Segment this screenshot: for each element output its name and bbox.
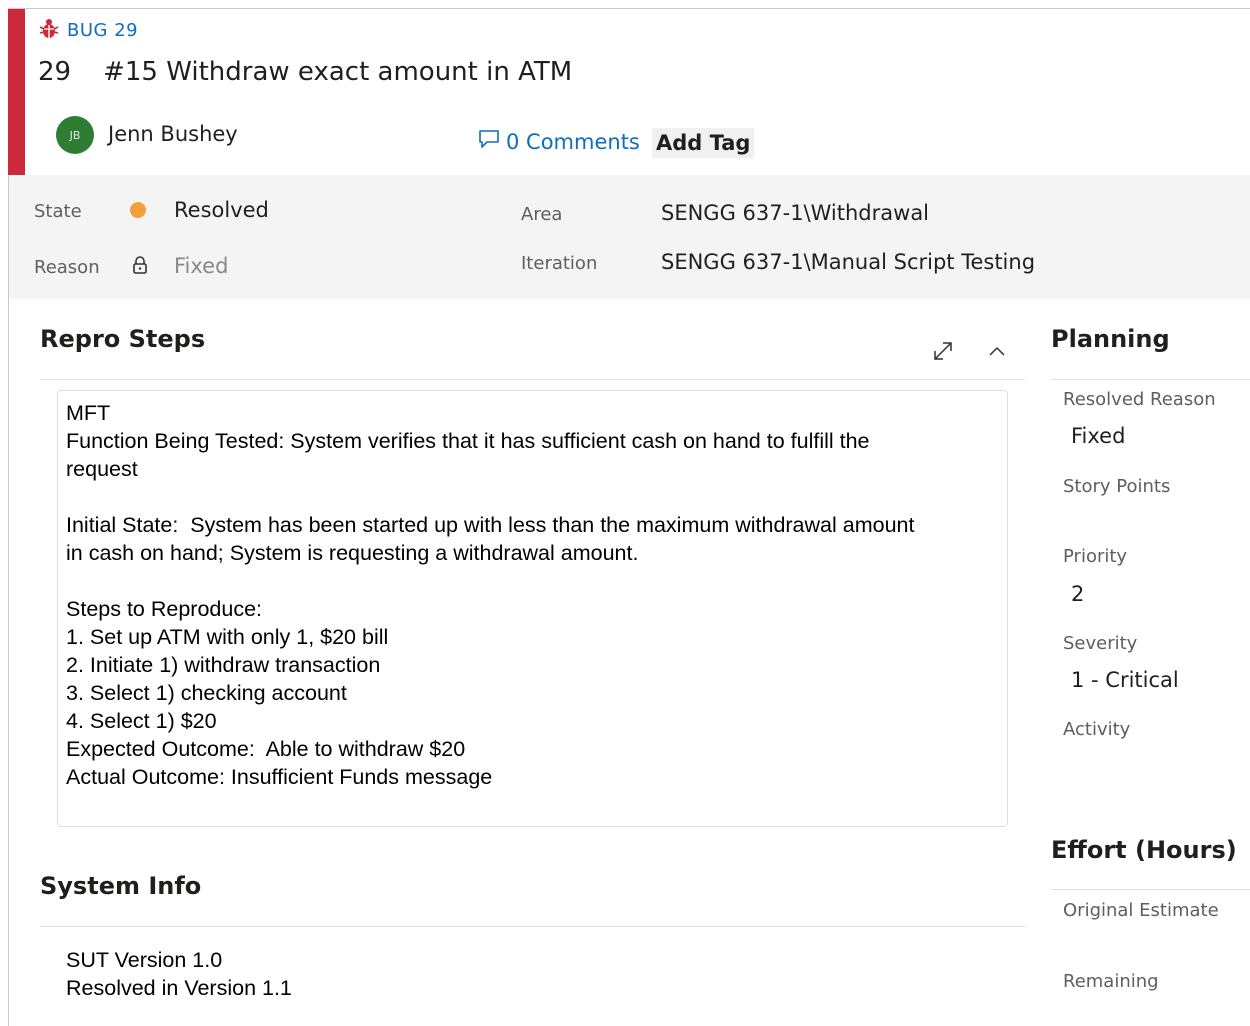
work-item-fields: State Resolved Reason Fixed Area SENGG 6… [9, 175, 1250, 299]
state-value[interactable]: Resolved [174, 198, 269, 222]
area-value[interactable]: SENGG 637-1\Withdrawal [661, 201, 929, 225]
remaining-label: Remaining [1063, 971, 1159, 992]
work-item-title[interactable]: #15 Withdraw exact amount in ATM [103, 57, 572, 87]
repro-steps-editor[interactable]: MFT Function Being Tested: System verifi… [57, 390, 1008, 827]
state-indicator [130, 202, 146, 218]
story-points-label: Story Points [1063, 476, 1171, 497]
lock-icon [132, 255, 148, 279]
system-info-title: System Info [40, 872, 202, 900]
comments-label: 0 Comments [506, 129, 640, 154]
story-points-field[interactable] [1071, 508, 1231, 534]
repro-line: MFT [66, 401, 111, 425]
area-label: Area [521, 204, 563, 225]
repro-line: Expected Outcome: Able to withdraw $20 [66, 737, 466, 761]
avatar[interactable]: JB [56, 116, 94, 154]
system-info-editor[interactable]: SUT Version 1.0 Resolved in Version 1.1 [66, 946, 292, 1002]
resolved-reason-label: Resolved Reason [1063, 389, 1216, 410]
work-item-type: BUG 29 [39, 17, 138, 43]
original-estimate-label: Original Estimate [1063, 900, 1219, 921]
repro-line: request [66, 457, 138, 481]
work-item-type-label: BUG 29 [67, 19, 139, 41]
repro-steps-title: Repro Steps [40, 325, 206, 353]
repro-line: Function Being Tested: System verifies t… [66, 429, 870, 453]
expand-icon[interactable] [928, 336, 958, 366]
effort-divider [1051, 889, 1250, 890]
system-info-divider [40, 926, 1025, 927]
repro-line: 3. Select 1) checking account [66, 681, 347, 705]
work-item-title-row: 29 #15 Withdraw exact amount in ATM [38, 57, 572, 87]
iteration-label: Iteration [521, 253, 598, 274]
severity-value[interactable]: 1 - Critical [1071, 668, 1179, 692]
iteration-value[interactable]: SENGG 637-1\Manual Script Testing [661, 250, 1035, 274]
original-estimate-field[interactable] [1071, 932, 1231, 958]
repro-line [66, 483, 999, 511]
repro-line: in cash on hand; System is requesting a … [66, 541, 639, 565]
planning-divider [1051, 379, 1250, 380]
resolved-reason-value[interactable]: Fixed [1071, 424, 1125, 448]
repro-line: 4. Select 1) $20 [66, 709, 217, 733]
reason-label: Reason [34, 257, 100, 278]
collapse-chevron-up-icon[interactable] [982, 336, 1012, 366]
system-info-line: Resolved in Version 1.1 [66, 976, 292, 1000]
repro-line: Steps to Reproduce: [66, 597, 263, 621]
bug-icon [39, 17, 59, 43]
activity-field[interactable] [1071, 752, 1231, 778]
repro-line: 2. Initiate 1) withdraw transaction [66, 653, 381, 677]
repro-divider [40, 379, 1025, 380]
work-item-type-color-bar [8, 9, 25, 175]
state-label: State [34, 201, 82, 222]
work-item-header: BUG 29 29 #15 Withdraw exact amount in A… [25, 9, 1250, 175]
remaining-field[interactable] [1071, 1000, 1231, 1022]
priority-value[interactable]: 2 [1071, 582, 1084, 606]
priority-label: Priority [1063, 546, 1128, 567]
system-info-line: SUT Version 1.0 [66, 948, 223, 972]
comments-link[interactable]: 0 Comments [478, 129, 640, 154]
reason-value: Fixed [174, 254, 229, 278]
assignee-name[interactable]: Jenn Bushey [108, 122, 238, 146]
repro-line: Actual Outcome: Insufficient Funds messa… [66, 765, 493, 789]
repro-line [66, 567, 999, 595]
work-item-id: 29 [38, 57, 72, 87]
severity-label: Severity [1063, 633, 1138, 654]
effort-title: Effort (Hours) [1051, 836, 1237, 864]
repro-line: Initial State: System has been started u… [66, 513, 915, 537]
activity-label: Activity [1063, 719, 1131, 740]
repro-line: 1. Set up ATM with only 1, $20 bill [66, 625, 389, 649]
add-tag-button[interactable]: Add Tag [652, 128, 755, 158]
planning-title: Planning [1051, 325, 1170, 353]
comment-icon [478, 129, 500, 154]
